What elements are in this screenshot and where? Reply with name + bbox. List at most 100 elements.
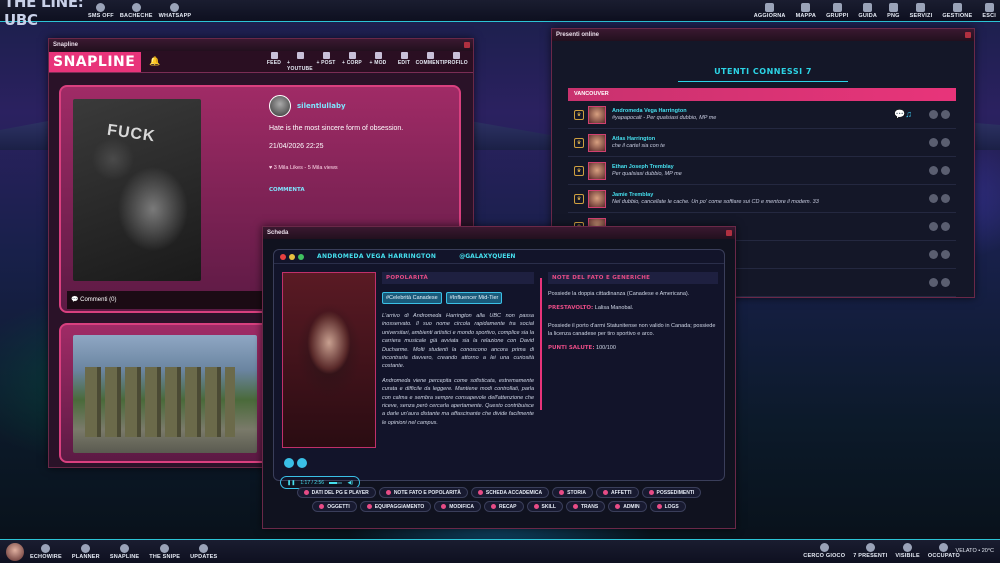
bell-icon[interactable]: 🔔 bbox=[149, 56, 160, 67]
-corp-button[interactable]: + CORP bbox=[339, 51, 365, 72]
message-icon[interactable] bbox=[929, 194, 938, 203]
cerco-gioco-button[interactable]: CERCO GIOCO bbox=[803, 543, 845, 559]
list-item[interactable]: ♛ Ethan Joseph Tremblay Per qualsiasi dubb… bbox=[568, 157, 956, 185]
whatsapp-button[interactable]: WHATSAPP bbox=[159, 2, 192, 19]
message-icon[interactable] bbox=[929, 250, 938, 259]
snapline-button[interactable]: SNAPLINE bbox=[110, 543, 139, 560]
whatsapp-icon[interactable] bbox=[941, 222, 950, 231]
tab-note-fato-e-popolarit-[interactable]: NOTE FATO E POPOLARITÀ bbox=[378, 487, 468, 498]
tab-trans[interactable]: TRANS bbox=[565, 501, 606, 512]
whatsapp-icon[interactable] bbox=[941, 138, 950, 147]
png-button[interactable]: PNG bbox=[887, 3, 900, 19]
-mod-button[interactable]: + MOD bbox=[365, 51, 391, 72]
planner-button[interactable]: PLANNER bbox=[72, 543, 100, 560]
bacheche-button[interactable]: BACHECHE bbox=[120, 2, 153, 19]
volume-icon[interactable]: ◀) bbox=[347, 480, 353, 486]
profilo-button[interactable]: PROFILO bbox=[443, 51, 469, 72]
guida-button[interactable]: GUIDA bbox=[858, 3, 877, 19]
message-icon[interactable] bbox=[929, 166, 938, 175]
avatar[interactable] bbox=[269, 95, 291, 117]
close-icon[interactable] bbox=[965, 32, 971, 38]
list-item[interactable]: ♛ Jamie Tremblay Nel dubbio, cancellate le… bbox=[568, 185, 956, 213]
tab-admin[interactable]: ADMIN bbox=[608, 501, 647, 512]
avatar[interactable] bbox=[588, 105, 606, 124]
tag-badge[interactable]: #Celebrità Canadese bbox=[382, 292, 442, 304]
chat-icon[interactable] bbox=[284, 458, 294, 468]
avatar[interactable] bbox=[588, 161, 606, 180]
feed-button[interactable]: FEED bbox=[261, 51, 287, 72]
commenti-button[interactable]: COMMENTI bbox=[416, 51, 444, 72]
tab-modifica[interactable]: MODIFICA bbox=[434, 501, 481, 512]
post-author[interactable]: silentlullaby bbox=[269, 95, 346, 117]
message-icon[interactable] bbox=[929, 278, 938, 287]
site-logo[interactable]: THE LINE: UBC bbox=[0, 0, 88, 29]
user-name[interactable]: Ethan Joseph Tremblay bbox=[612, 164, 682, 170]
list-item[interactable]: ♛ Andromeda Vega Harrington #yapapocalt - … bbox=[568, 101, 956, 129]
aggiorna-button[interactable]: AGGIORNA bbox=[754, 3, 786, 19]
-youtube-button[interactable]: + YOUTUBE bbox=[287, 51, 313, 72]
progress-bar[interactable] bbox=[329, 482, 343, 484]
tab-affetti[interactable]: AFFETTI bbox=[595, 487, 639, 498]
exit-icon bbox=[984, 3, 994, 12]
message-icon[interactable] bbox=[929, 138, 938, 147]
gestione-button[interactable]: GESTIONE bbox=[942, 3, 972, 19]
post-image[interactable]: FUCK bbox=[73, 99, 201, 281]
location-header: VANCOUVER bbox=[568, 88, 956, 101]
tab-icon bbox=[441, 504, 447, 509]
avatar[interactable] bbox=[588, 133, 606, 152]
message-icon[interactable] bbox=[929, 110, 938, 119]
edit-button[interactable]: EDIT bbox=[391, 51, 417, 72]
avatar[interactable] bbox=[6, 542, 24, 561]
list-item[interactable]: ♛ Atlas Harrington che il cartel sia con t… bbox=[568, 129, 956, 157]
nav-label: UPDATES bbox=[190, 553, 218, 560]
whatsapp-icon[interactable] bbox=[941, 166, 950, 175]
esci-button[interactable]: ESCI bbox=[982, 3, 996, 19]
post-username[interactable]: silentlullaby bbox=[297, 102, 346, 110]
red-dot-icon bbox=[280, 253, 286, 260]
gruppi-button[interactable]: GRUPPI bbox=[826, 3, 848, 19]
whatsapp-icon[interactable] bbox=[941, 110, 950, 119]
close-icon[interactable] bbox=[464, 42, 470, 48]
tab-storia[interactable]: STORIA bbox=[552, 487, 593, 498]
tab-dati-del-pg-e-player[interactable]: DATI DEL PG E PLAYER bbox=[296, 487, 376, 498]
sms-off-button[interactable]: SMS OFF bbox=[88, 2, 114, 19]
message-icon[interactable] bbox=[929, 222, 938, 231]
whatsapp-icon[interactable] bbox=[941, 194, 950, 203]
user-name[interactable]: Andromeda Vega Harrington bbox=[612, 108, 716, 114]
tab-oggetti[interactable]: OGGETTI bbox=[312, 501, 357, 512]
tag-badge[interactable]: #Influencer Mid-Tier bbox=[445, 292, 503, 304]
snapline-logo: SNAPLINE bbox=[49, 51, 141, 72]
tab-label: POSSEDIMENTI bbox=[656, 489, 695, 496]
tab-label: OGGETTI bbox=[327, 503, 350, 510]
updates-button[interactable]: UPDATES bbox=[190, 543, 218, 560]
tab-equipaggiamento[interactable]: EQUIPAGGIAMENTO bbox=[359, 501, 432, 512]
pause-icon[interactable]: ❚❚ bbox=[287, 480, 295, 486]
tab-logs[interactable]: LOGS bbox=[649, 501, 686, 512]
weather-status: VELATO • 20°C bbox=[955, 548, 994, 554]
-post-button[interactable]: + POST bbox=[313, 51, 339, 72]
comment-link[interactable]: COMMENTA bbox=[269, 187, 305, 193]
tab-icon bbox=[303, 490, 309, 495]
echowire-button[interactable]: ECHOWIRE bbox=[30, 543, 62, 560]
visibile-button[interactable]: VISIBILE bbox=[895, 543, 920, 559]
7-presenti-button[interactable]: 7 PRESENTI bbox=[853, 543, 887, 559]
whatsapp-icon[interactable] bbox=[941, 250, 950, 259]
user-name[interactable]: Jamie Tremblay bbox=[612, 192, 819, 198]
weapons-note: Possiede il porto d'armi Statunitense no… bbox=[548, 323, 716, 337]
the-snipe-button[interactable]: THE SNIPE bbox=[149, 543, 180, 560]
whatsapp-icon[interactable] bbox=[941, 278, 950, 287]
tab-scheda-accademica[interactable]: SCHEDA ACCADEMICA bbox=[470, 487, 550, 498]
chat-icon[interactable]: 💬♫ bbox=[894, 109, 912, 120]
close-icon[interactable] bbox=[726, 230, 732, 236]
servizi-button[interactable]: SERVIZI bbox=[910, 3, 933, 19]
mappa-button[interactable]: MAPPA bbox=[796, 3, 816, 19]
tab-recap[interactable]: RECAP bbox=[484, 501, 524, 512]
avatar[interactable] bbox=[588, 189, 606, 208]
music-icon[interactable] bbox=[297, 458, 307, 468]
tab-label: ADMIN bbox=[623, 503, 640, 510]
user-actions bbox=[929, 166, 950, 175]
tab-possedimenti[interactable]: POSSEDIMENTI bbox=[641, 487, 702, 498]
post-image[interactable] bbox=[73, 335, 257, 453]
user-name[interactable]: Atlas Harrington bbox=[612, 136, 665, 142]
tab-skill[interactable]: SKILL bbox=[526, 501, 563, 512]
